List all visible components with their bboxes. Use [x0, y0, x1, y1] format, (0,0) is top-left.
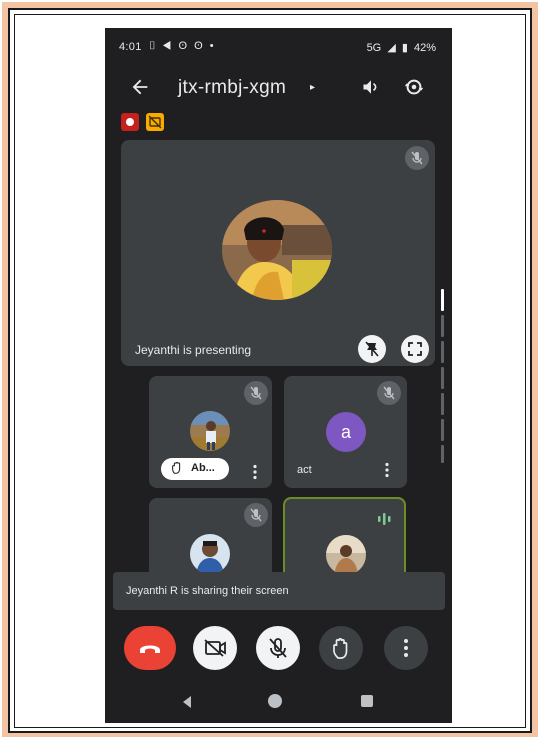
participant-tile[interactable]: Ab... — [149, 376, 272, 488]
battery-icon: ▮ — [401, 42, 408, 54]
more-vert-icon — [404, 639, 408, 657]
scrollbar-segment — [441, 341, 444, 363]
end-call-icon — [140, 645, 160, 653]
more-vert-icon[interactable] — [384, 462, 390, 478]
status-right: 5G ◢ ▮ 42% — [364, 41, 436, 54]
raised-hand-chip: Ab... — [161, 458, 229, 480]
raise-hand-icon — [172, 462, 181, 474]
phone-screen: 4:01 ⌷ ◀ ʘ ʘ • 5G ◢ ▮ 42% jtx-rmbj-xgm ▸ — [105, 28, 452, 723]
presenter-avatar — [222, 200, 332, 300]
scrollbar-segment — [441, 419, 444, 441]
participant-chip-name: Ab... — [191, 462, 215, 474]
mic-off-icon — [405, 146, 429, 170]
mic-off-icon — [244, 503, 268, 527]
more-options-button[interactable] — [384, 626, 428, 670]
presenter-tile[interactable]: Jeyanthi is presenting — [121, 140, 435, 366]
fullscreen-icon[interactable] — [401, 335, 429, 363]
avatar — [190, 411, 230, 451]
raise-hand-icon — [333, 638, 348, 659]
scrollbar-segment — [441, 393, 444, 415]
mic-toggle-button[interactable] — [256, 626, 300, 670]
status-time: 4:01 — [119, 41, 142, 53]
captions-off-icon — [146, 113, 164, 131]
snackbar-text: Jeyanthi R is sharing their screen — [126, 585, 289, 597]
camera-flip-icon[interactable] — [403, 76, 425, 98]
more-vert-icon[interactable] — [252, 464, 258, 480]
notification-icons: ⌷ ◀ ʘ ʘ • — [149, 40, 216, 52]
camera-off-icon — [204, 639, 226, 657]
chevron-right-icon[interactable]: ▸ — [310, 82, 315, 93]
scrollbar-segment — [441, 445, 444, 463]
meeting-code[interactable]: jtx-rmbj-xgm — [178, 77, 286, 99]
nav-recents-icon[interactable] — [361, 695, 373, 707]
speaker-icon[interactable] — [361, 77, 381, 97]
speaking-indicator-icon — [378, 513, 391, 525]
participant-tile[interactable] — [149, 498, 272, 578]
scrollbar[interactable] — [441, 283, 444, 463]
status-bar: 4:01 ⌷ ◀ ʘ ʘ • 5G ◢ ▮ 42% — [105, 28, 452, 64]
nav-home-icon[interactable] — [268, 694, 282, 708]
scrollbar-segment — [441, 315, 444, 337]
record-icon — [121, 113, 139, 131]
call-controls — [105, 626, 452, 676]
meeting-top-bar: jtx-rmbj-xgm ▸ — [105, 76, 452, 106]
unpin-button[interactable] — [358, 335, 386, 363]
participant-name: act — [297, 464, 312, 476]
participant-tile-active[interactable] — [283, 497, 406, 577]
battery-level: 42% — [413, 42, 436, 54]
participant-tile[interactable]: a act — [284, 376, 407, 488]
mic-off-icon — [377, 381, 401, 405]
presenting-label: Jeyanthi is presenting — [135, 343, 252, 357]
system-nav-bar — [105, 683, 452, 723]
arrow-left-icon[interactable] — [129, 76, 151, 98]
mic-off-icon — [269, 638, 287, 658]
avatar-initial: a — [326, 412, 366, 452]
avatar — [326, 535, 366, 575]
network-label: 5G — [366, 42, 382, 54]
scrollbar-thumb[interactable] — [441, 289, 444, 311]
end-call-button[interactable] — [124, 626, 176, 670]
snackbar: Jeyanthi R is sharing their screen — [113, 572, 445, 610]
mic-off-icon — [244, 381, 268, 405]
avatar — [190, 534, 230, 574]
scrollbar-segment — [441, 367, 444, 389]
nav-back-icon[interactable] — [180, 695, 194, 709]
signal-icon: ◢ — [387, 42, 396, 54]
raise-hand-button[interactable] — [319, 626, 363, 670]
camera-toggle-button[interactable] — [193, 626, 237, 670]
